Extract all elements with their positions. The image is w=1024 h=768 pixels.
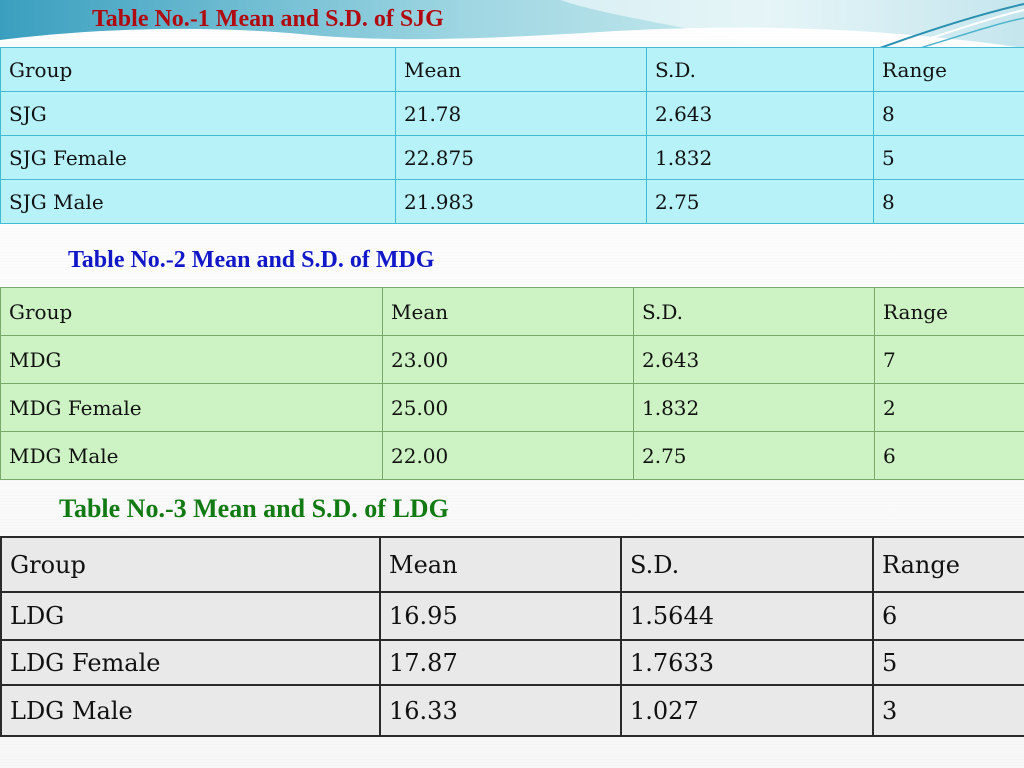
table-header-row: Group Mean S.D. Range (0, 47, 1024, 92)
table-header-row: Group Mean S.D. Range (0, 287, 1024, 336)
table-cell: 3 (872, 684, 1024, 737)
table-cell: SJG Female (0, 135, 396, 180)
table-cell: 2.643 (646, 91, 874, 136)
header-cell: Mean (382, 287, 634, 336)
table-cell: 16.95 (379, 591, 622, 641)
table-cell: 2.75 (646, 179, 874, 224)
table-cell: 2.75 (633, 431, 875, 480)
table-cell: 5 (873, 135, 1024, 180)
table-cell: MDG (0, 335, 383, 384)
header-cell: S.D. (646, 47, 874, 92)
table-cell: LDG Male (0, 684, 381, 737)
table-cell: 1.5644 (620, 591, 874, 641)
table-cell: 25.00 (382, 383, 634, 432)
table-row: SJG Male 21.983 2.75 8 (0, 179, 1024, 224)
header-cell: S.D. (620, 536, 874, 593)
table-cell: 21.78 (395, 91, 647, 136)
table-cell: 2 (874, 383, 1024, 432)
table-cell: 6 (874, 431, 1024, 480)
table-cell: MDG Male (0, 431, 383, 480)
table-row: LDG Male 16.33 1.027 3 (0, 684, 1024, 737)
table-cell: 22.00 (382, 431, 634, 480)
table-cell: 2.643 (633, 335, 875, 384)
table-3-title: Table No.-3 Mean and S.D. of LDG (59, 494, 449, 523)
table-row: SJG 21.78 2.643 8 (0, 91, 1024, 136)
table-cell: 16.33 (379, 684, 622, 737)
table-cell: 1.832 (633, 383, 875, 432)
header-cell: Group (0, 287, 383, 336)
header-cell: Range (874, 287, 1024, 336)
table-row: MDG 23.00 2.643 7 (0, 335, 1024, 384)
table-cell: 23.00 (382, 335, 634, 384)
table-row: MDG Male 22.00 2.75 6 (0, 431, 1024, 480)
header-cell: S.D. (633, 287, 875, 336)
table-cell: 21.983 (395, 179, 647, 224)
table-cell: LDG Female (0, 639, 381, 686)
table-cell: 17.87 (379, 639, 622, 686)
table-cell: LDG (0, 591, 381, 641)
table-2-mdg: Group Mean S.D. Range MDG 23.00 2.643 7 … (0, 287, 1024, 480)
table-1-title: Table No.-1 Mean and S.D. of SJG (92, 6, 444, 32)
table-header-row: Group Mean S.D. Range (0, 536, 1024, 593)
table-row: MDG Female 25.00 1.832 2 (0, 383, 1024, 432)
table-cell: 1.027 (620, 684, 874, 737)
table-1-sjg: Group Mean S.D. Range SJG 21.78 2.643 8 … (0, 47, 1024, 224)
table-cell: 6 (872, 591, 1024, 641)
table-cell: SJG Male (0, 179, 396, 224)
header-cell: Mean (379, 536, 622, 593)
table-cell: MDG Female (0, 383, 383, 432)
table-2-title: Table No.-2 Mean and S.D. of MDG (68, 247, 435, 273)
table-cell: 1.7633 (620, 639, 874, 686)
header-cell: Group (0, 536, 381, 593)
table-cell: 1.832 (646, 135, 874, 180)
table-cell: SJG (0, 91, 396, 136)
table-3-ldg: Group Mean S.D. Range LDG 16.95 1.5644 6… (0, 536, 1024, 737)
table-cell: 8 (873, 179, 1024, 224)
header-cell: Mean (395, 47, 647, 92)
header-cell: Group (0, 47, 396, 92)
table-cell: 8 (873, 91, 1024, 136)
header-cell: Range (872, 536, 1024, 593)
table-row: LDG 16.95 1.5644 6 (0, 591, 1024, 641)
header-cell: Range (873, 47, 1024, 92)
table-row: SJG Female 22.875 1.832 5 (0, 135, 1024, 180)
table-cell: 5 (872, 639, 1024, 686)
table-row: LDG Female 17.87 1.7633 5 (0, 639, 1024, 686)
table-cell: 7 (874, 335, 1024, 384)
table-cell: 22.875 (395, 135, 647, 180)
